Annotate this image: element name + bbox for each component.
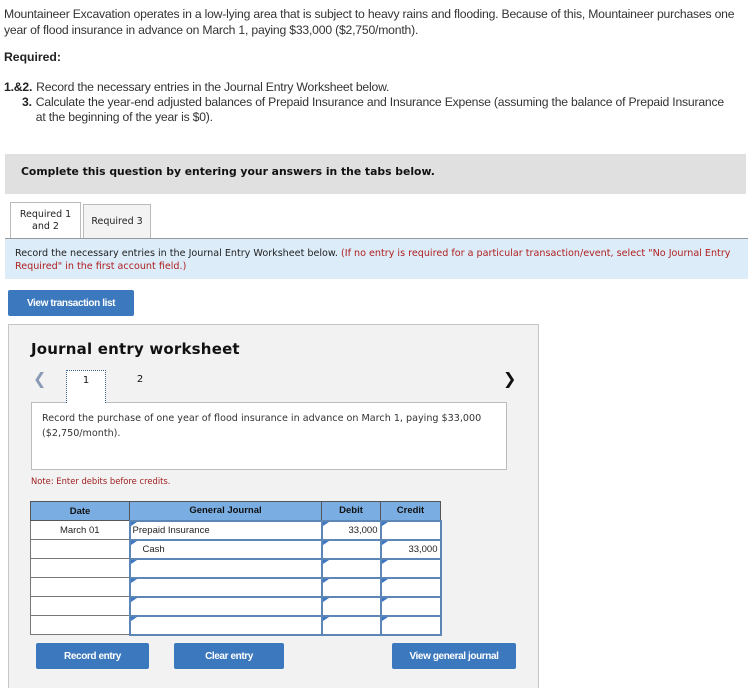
requirement-number: 3. — [22, 95, 32, 109]
requirements-list: 1.&2. Record the necessary entries in th… — [4, 80, 736, 125]
table-row: March 01 Prepaid Insurance 33,000 — [30, 519, 442, 541]
requirement-item: 3. Calculate the year-end adjusted balan… — [4, 95, 736, 125]
requirement-text: Record the necessary entries in the Jour… — [36, 80, 390, 94]
tab-required-1-and-2[interactable]: Required 1 and 2 — [10, 202, 81, 239]
chevron-left-icon[interactable]: ❮ — [33, 369, 46, 388]
date-cell[interactable] — [30, 596, 130, 616]
account-field[interactable] — [128, 557, 323, 579]
view-transaction-list-button[interactable]: View transaction list — [8, 290, 134, 316]
date-cell[interactable] — [30, 558, 130, 578]
requirement-text: Calculate the year-end adjusted balances… — [35, 95, 724, 124]
column-header-debit: Debit — [321, 501, 381, 521]
table-row — [30, 557, 442, 579]
column-header-date: Date — [30, 501, 130, 521]
required-heading: Required: — [4, 50, 61, 64]
table-row — [30, 595, 442, 617]
account-field[interactable] — [128, 614, 323, 636]
column-header-general-journal: General Journal — [129, 501, 322, 521]
tab-instructions: Record the necessary entries in the Jour… — [5, 239, 748, 279]
chevron-right-icon[interactable]: ❯ — [503, 369, 516, 388]
transaction-description: Record the purchase of one year of flood… — [31, 402, 507, 470]
date-cell[interactable]: March 01 — [30, 520, 130, 540]
tab-required-3[interactable]: Required 3 — [83, 204, 151, 239]
instructions-main: Record the necessary entries in the Jour… — [15, 248, 338, 259]
problem-intro: Mountaineer Excavation operates in a low… — [4, 7, 735, 37]
table-row — [30, 614, 442, 636]
debit-field[interactable] — [320, 538, 382, 560]
credit-field[interactable]: 33,000 — [379, 538, 442, 560]
table-row: Cash 33,000 — [30, 538, 442, 560]
requirement-tabs: Required 1 and 2 Required 3 — [10, 202, 151, 239]
debit-credit-note: Note: Enter debits before credits. — [31, 476, 171, 486]
debit-field[interactable] — [320, 557, 382, 579]
account-field[interactable] — [128, 595, 323, 617]
credit-field[interactable] — [379, 519, 442, 541]
credit-field[interactable] — [379, 576, 442, 598]
tab-label: Required 1 and 2 — [19, 209, 72, 232]
credit-field[interactable] — [379, 557, 442, 579]
account-field[interactable]: Cash — [128, 538, 323, 560]
debit-field[interactable] — [320, 576, 382, 598]
account-field[interactable] — [128, 576, 323, 598]
account-field[interactable]: Prepaid Insurance — [128, 519, 323, 541]
date-cell[interactable] — [30, 615, 130, 635]
worksheet-page-1[interactable]: 1 — [66, 370, 106, 403]
journal-table: Date General Journal Debit Credit March … — [30, 501, 442, 636]
table-row — [30, 576, 442, 598]
journal-table-header: Date General Journal Debit Credit — [30, 501, 441, 521]
credit-field[interactable] — [379, 614, 442, 636]
credit-field[interactable] — [379, 595, 442, 617]
instructions-banner: Complete this question by entering your … — [5, 154, 746, 194]
date-cell[interactable] — [30, 539, 130, 559]
requirement-item: 1.&2. Record the necessary entries in th… — [4, 80, 736, 95]
column-header-credit: Credit — [380, 501, 441, 521]
debit-field[interactable]: 33,000 — [320, 519, 382, 541]
clear-entry-button[interactable]: Clear entry — [174, 643, 284, 669]
record-entry-button[interactable]: Record entry — [36, 643, 149, 669]
debit-field[interactable] — [320, 614, 382, 636]
worksheet-title: Journal entry worksheet — [31, 340, 240, 358]
date-cell[interactable] — [30, 577, 130, 597]
debit-field[interactable] — [320, 595, 382, 617]
requirement-number: 1.&2. — [4, 80, 33, 94]
tab-label: Required 3 — [91, 216, 143, 227]
journal-entry-worksheet: Journal entry worksheet ❮ 1 2 ❯ Record t… — [8, 324, 539, 688]
worksheet-page-2[interactable]: 2 — [120, 370, 160, 403]
view-general-journal-button[interactable]: View general journal — [392, 643, 516, 669]
